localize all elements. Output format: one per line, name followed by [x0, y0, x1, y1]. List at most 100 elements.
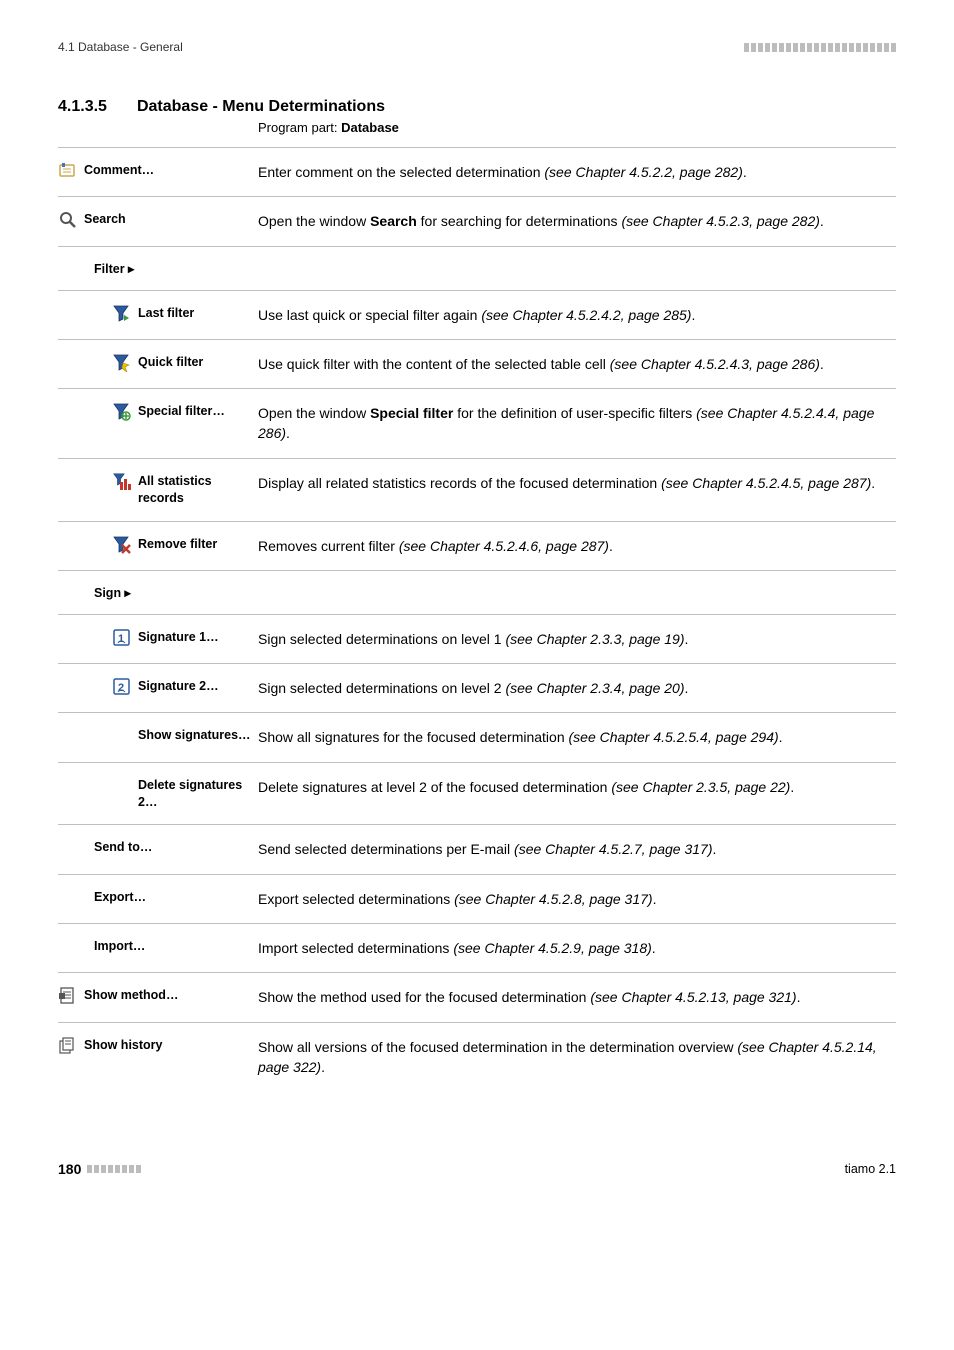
menu-description: Export selected determinations (see Chap… — [258, 889, 896, 909]
desc-text: Open the window — [258, 405, 370, 421]
menu-label-col: Search — [58, 211, 258, 229]
signature-2-icon — [112, 678, 132, 696]
desc-text: Show all signatures for the focused dete… — [258, 729, 569, 745]
menu-row: Import… Import selected determinations (… — [58, 923, 896, 972]
menu-label-col: Comment… — [58, 162, 258, 180]
menu-row: Signature 2… Sign selected determination… — [58, 663, 896, 712]
desc-reference: (see Chapter 4.5.2.4.5, page 287) — [661, 475, 871, 491]
desc-text: Send selected determinations per E-mail — [258, 841, 514, 857]
menu-label: Show history — [84, 1037, 162, 1054]
desc-text: . — [779, 729, 783, 745]
comment-icon — [58, 162, 78, 180]
quick-filter-icon — [112, 354, 132, 372]
menu-row: Last filter Use last quick or special fi… — [58, 290, 896, 339]
desc-reference: (see Chapter 4.5.2.13, page 321) — [590, 989, 796, 1005]
menu-row: Quick filter Use quick filter with the c… — [58, 339, 896, 388]
menu-label-col: Import… — [58, 938, 258, 955]
menu-label: Signature 2… — [138, 678, 219, 695]
desc-text: . — [790, 779, 794, 795]
menu-label: Remove filter — [138, 536, 217, 553]
desc-text: . — [820, 356, 824, 372]
menu-label-col: Signature 2… — [58, 678, 258, 696]
desc-reference: (see Chapter 4.5.2.3, page 282) — [621, 213, 819, 229]
menu-description: Open the window Search for searching for… — [258, 211, 896, 231]
footer-decoration — [87, 1165, 141, 1173]
desc-text: Import selected determinations — [258, 940, 453, 956]
menu-description: Open the window Special filter for the d… — [258, 403, 896, 444]
desc-text: . — [653, 891, 657, 907]
menu-label-col: Quick filter — [58, 354, 258, 372]
search-icon — [58, 211, 78, 229]
section-number: 4.1.3.5 — [58, 98, 107, 116]
menu-label-col: Show method… — [58, 987, 258, 1005]
all-statistics-icon — [112, 473, 132, 491]
menu-row: All statistics records Display all relat… — [58, 458, 896, 521]
desc-text: . — [685, 631, 689, 647]
desc-reference: (see Chapter 4.5.2.4.2, page 285) — [481, 307, 691, 323]
menu-row: Show history Show all versions of the fo… — [58, 1022, 896, 1092]
menu-description: Use quick filter with the content of the… — [258, 354, 896, 374]
desc-text: Display all related statistics records o… — [258, 475, 661, 491]
header-decoration — [744, 43, 896, 52]
desc-reference: (see Chapter 2.3.5, page 22) — [611, 779, 790, 795]
desc-text: Show the method used for the focused det… — [258, 989, 590, 1005]
menu-description: Delete signatures at level 2 of the focu… — [258, 777, 896, 797]
menu-description: Sign selected determinations on level 1 … — [258, 629, 896, 649]
desc-text: for the definition of user-specific filt… — [453, 405, 696, 421]
running-header: 4.1 Database - General — [58, 40, 183, 54]
menu-label-col: Signature 1… — [58, 629, 258, 647]
menu-row: Send to… Send selected determinations pe… — [58, 824, 896, 873]
program-part-prefix: Program part: — [258, 120, 341, 135]
menu-label-col: All statistics records — [58, 473, 258, 507]
menu-label-col: Remove filter — [58, 536, 258, 554]
menu-label: Show signatures… — [138, 727, 251, 744]
menu-label: Quick filter — [138, 354, 203, 371]
special-filter-icon — [112, 403, 132, 421]
menu-label: Delete signatures 2… — [138, 777, 258, 811]
desc-text: Show all versions of the focused determi… — [258, 1039, 737, 1055]
section-title: Database - Menu Determinations — [137, 98, 385, 116]
menu-row: Comment… Enter comment on the selected d… — [58, 147, 896, 196]
desc-text: Use quick filter with the content of the… — [258, 356, 610, 372]
menu-description: Display all related statistics records o… — [258, 473, 896, 493]
menu-label: Last filter — [138, 305, 194, 322]
menu-description: Removes current filter (see Chapter 4.5.… — [258, 536, 896, 556]
menu-description: Sign selected determinations on level 2 … — [258, 678, 896, 698]
footer-product: tiamo 2.1 — [845, 1162, 896, 1176]
show-method-icon — [58, 987, 78, 1005]
desc-text: for searching for determinations — [417, 213, 622, 229]
menu-label-col: Delete signatures 2… — [58, 777, 258, 811]
menu-label-col: Show signatures… — [58, 727, 258, 744]
menu-label: Signature 1… — [138, 629, 219, 646]
submenu-header: Filter ▸ — [58, 246, 896, 290]
desc-text: Sign selected determinations on level 2 — [258, 680, 505, 696]
page-number: 180 — [58, 1161, 81, 1177]
menu-label: Show method… — [84, 987, 178, 1004]
menu-description: Import selected determinations (see Chap… — [258, 938, 896, 958]
menu-label-col: Send to… — [58, 839, 258, 856]
menu-description: Show the method used for the focused det… — [258, 987, 896, 1007]
menu-row: Signature 1… Sign selected determination… — [58, 614, 896, 663]
desc-text: Use last quick or special filter again — [258, 307, 481, 323]
desc-reference: (see Chapter 4.5.2.4.6, page 287) — [399, 538, 609, 554]
menu-label: Special filter… — [138, 403, 225, 420]
footer-left: 180 — [58, 1161, 141, 1177]
program-part-line: Program part: Database — [258, 120, 896, 135]
desc-text: Sign selected determinations on level 1 — [258, 631, 505, 647]
desc-text: . — [820, 213, 824, 229]
menu-row: Remove filter Removes current filter (se… — [58, 521, 896, 570]
last-filter-icon — [112, 305, 132, 323]
menu-label-col: Special filter… — [58, 403, 258, 421]
signature-1-icon — [112, 629, 132, 647]
menu-row: Delete signatures 2… Delete signatures a… — [58, 762, 896, 825]
desc-reference: (see Chapter 4.5.2.8, page 317) — [454, 891, 652, 907]
menu-label: Search — [84, 211, 126, 228]
desc-bold: Search — [370, 213, 417, 229]
submenu-header: Sign ▸ — [58, 570, 896, 614]
desc-text: . — [871, 475, 875, 491]
desc-text: Enter comment on the selected determinat… — [258, 164, 544, 180]
menu-description: Show all versions of the focused determi… — [258, 1037, 896, 1078]
menu-description: Use last quick or special filter again (… — [258, 305, 896, 325]
menu-label: Send to… — [94, 839, 152, 856]
remove-filter-icon — [112, 536, 132, 554]
